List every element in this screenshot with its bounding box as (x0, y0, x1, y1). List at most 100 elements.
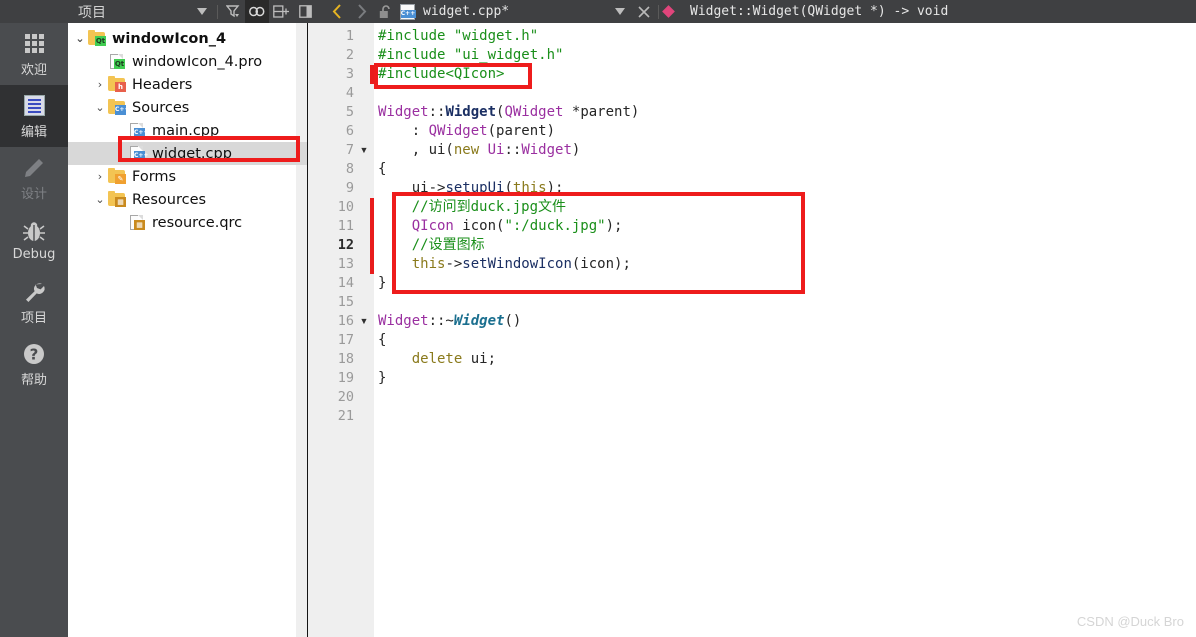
code-line: //设置图标 (378, 236, 485, 255)
code-token: : (378, 123, 429, 139)
chevron-right-icon[interactable]: › (92, 170, 108, 183)
code-token: Ui (488, 142, 505, 158)
qt-pro-file-icon: Qt (108, 54, 126, 69)
sidebar-mode-title: 项目 (68, 2, 190, 22)
navigate-forward-icon[interactable] (349, 0, 373, 23)
code-token (378, 256, 412, 272)
mode-projects-label: 项目 (21, 307, 47, 326)
code-line: Widget::Widget(QWidget *parent) (378, 103, 639, 122)
line-number: 6 (316, 122, 354, 141)
fold-toggle-icon[interactable]: ▼ (358, 141, 370, 160)
code-line: QIcon icon(":/duck.jpg"); (378, 217, 622, 236)
qt-creator-window: 项目 (0, 0, 1196, 637)
mode-debug-label: Debug (13, 247, 56, 262)
mode-projects[interactable]: 项目 (0, 271, 68, 333)
code-editor[interactable]: 1234567▼8910111213141516▼1718192021 #inc… (316, 23, 1196, 637)
symbol-marker-icon (662, 5, 675, 18)
mode-welcome[interactable]: 欢迎 (0, 23, 68, 85)
tree-item-forms[interactable]: ›✎Forms (92, 165, 176, 188)
forms-folder-icon: ✎ (108, 169, 126, 184)
code-line: : QWidget(parent) (378, 122, 555, 141)
mode-help-label: 帮助 (21, 369, 47, 388)
tree-item-label: widget.cpp (152, 146, 232, 162)
sources-folder-icon: C++ (108, 100, 126, 115)
line-number: 18 (316, 350, 354, 369)
tree-item-resource-qrc[interactable]: ▦resource.qrc (112, 211, 242, 234)
code-token: ui; (462, 351, 496, 367)
code-token: Widget (454, 313, 505, 329)
code-line: #include<QIcon> (378, 65, 504, 84)
tree-item-windowicon-4[interactable]: ⌄QtwindowIcon_4 (72, 27, 226, 50)
link-icon[interactable] (245, 0, 269, 23)
code-token: ); (547, 180, 564, 196)
code-token: //访问到duck.jpg文件 (378, 199, 566, 215)
tree-item-label: main.cpp (152, 123, 219, 139)
mode-selector-bar: 欢迎 编辑 设计 (0, 23, 68, 637)
line-number: 1 (316, 27, 354, 46)
tree-item-label: Resources (132, 192, 206, 208)
mode-debug[interactable]: Debug (0, 209, 68, 271)
code-text-area[interactable]: #include "widget.h"#include "ui_widget.h… (374, 23, 1196, 637)
symbol-selector[interactable]: Widget::Widget(QWidget *) -> void (690, 4, 948, 19)
chevron-down-icon[interactable]: ⌄ (92, 193, 108, 206)
code-line: { (378, 160, 386, 179)
line-number: 14 (316, 274, 354, 293)
close-sidebar-icon[interactable] (293, 0, 317, 23)
chevron-right-icon[interactable]: › (92, 78, 108, 91)
fold-toggle-icon[interactable]: ▼ (358, 312, 370, 331)
code-line: //访问到duck.jpg文件 (378, 198, 566, 217)
code-line: delete ui; (378, 350, 496, 369)
document-dropdown-icon[interactable] (608, 0, 632, 23)
line-number: 11 (316, 217, 354, 236)
code-token: (icon); (572, 256, 631, 272)
code-token: ui-> (378, 180, 445, 196)
tree-item-headers[interactable]: ›h Headers (92, 73, 192, 96)
tree-item-label: Headers (132, 77, 192, 93)
code-token: QWidget (504, 104, 563, 120)
grid-icon (25, 31, 44, 57)
top-toolbar: 项目 (0, 0, 1196, 23)
line-number: 5 (316, 103, 354, 122)
mode-help[interactable]: ? 帮助 (0, 333, 68, 395)
wrench-icon (22, 279, 46, 305)
code-token: setupUi (445, 180, 504, 196)
code-token: "ui_widget.h" (454, 47, 564, 63)
open-document-title[interactable]: widget.cpp* (423, 4, 509, 19)
unlock-icon[interactable] (373, 0, 397, 23)
code-line: Widget::~Widget() (378, 312, 521, 331)
chevron-down-icon[interactable]: ⌄ (92, 101, 108, 114)
tree-item-sources[interactable]: ⌄C++Sources (92, 96, 189, 119)
code-line: } (378, 369, 386, 388)
line-number: 2 (316, 46, 354, 65)
mode-edit-label: 编辑 (21, 121, 47, 140)
line-number: 8 (316, 160, 354, 179)
chevron-down-icon[interactable] (190, 0, 214, 23)
code-token: #include (378, 47, 454, 63)
close-document-icon[interactable] (632, 0, 656, 23)
code-token: ::~ (429, 313, 454, 329)
code-token: this (412, 256, 446, 272)
line-number: 9 (316, 179, 354, 198)
filter-icon[interactable] (221, 0, 245, 23)
mode-design[interactable]: 设计 (0, 147, 68, 209)
code-token: <QIcon> (445, 66, 504, 82)
code-token (378, 351, 412, 367)
headers-folder-icon: h (108, 77, 126, 92)
code-token: (parent) (488, 123, 555, 139)
cpp-badge-label: C++ (401, 10, 416, 18)
code-token: Widget (445, 104, 496, 120)
tree-item-resources[interactable]: ⌄▦Resources (92, 188, 206, 211)
code-token: QIcon (412, 218, 454, 234)
code-line: { (378, 331, 386, 350)
chevron-down-icon[interactable]: ⌄ (72, 32, 88, 45)
line-number: 20 (316, 388, 354, 407)
mode-edit[interactable]: 编辑 (0, 85, 68, 147)
tree-item-main-cpp[interactable]: C++main.cpp (112, 119, 219, 142)
tree-item-windowicon-4-pro[interactable]: QtwindowIcon_4.pro (92, 50, 262, 73)
bug-icon (22, 219, 46, 245)
line-number: 15 (316, 293, 354, 312)
code-token: Widget (521, 142, 572, 158)
navigate-back-icon[interactable] (325, 0, 349, 23)
split-add-icon[interactable] (269, 0, 293, 23)
code-token: QWidget (429, 123, 488, 139)
